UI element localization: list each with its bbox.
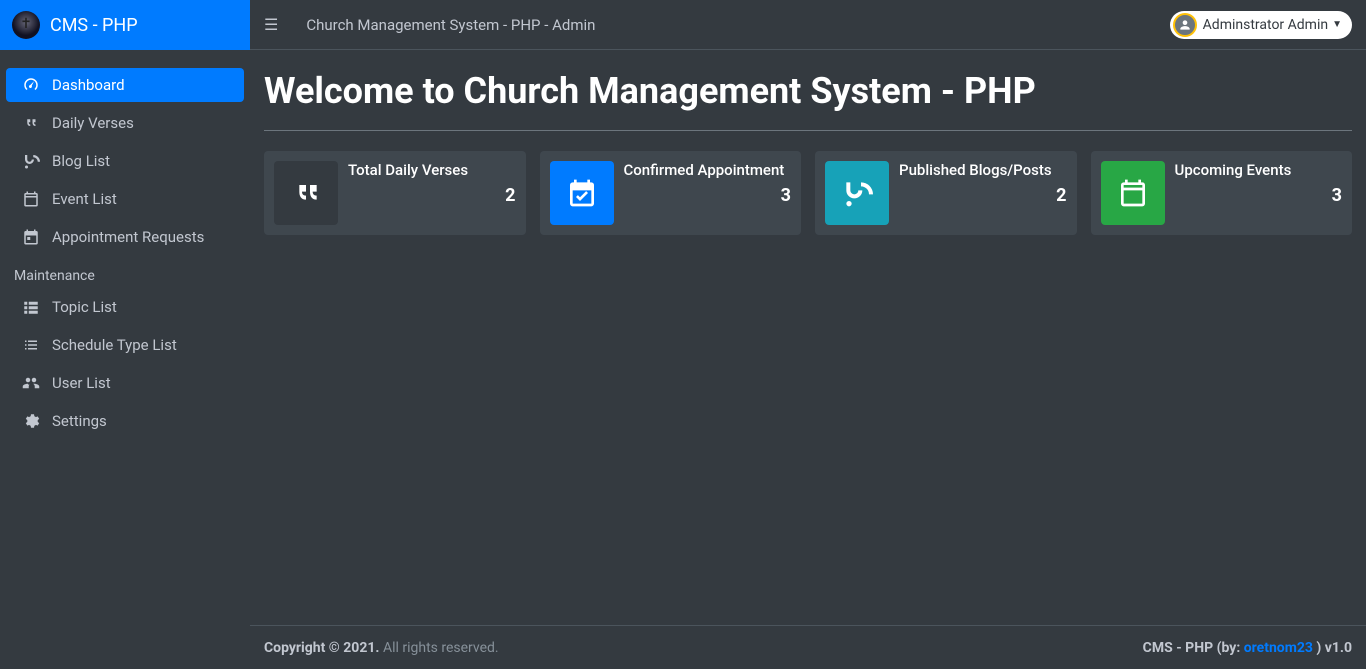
card-value: 2 xyxy=(899,185,1067,206)
sidebar-item-settings[interactable]: Settings xyxy=(6,404,244,438)
card-value: 3 xyxy=(1175,185,1343,206)
th-list-icon xyxy=(20,298,42,316)
sidebar-item-label: Event List xyxy=(52,190,117,208)
sidebar-item-label: Dashboard xyxy=(52,76,125,94)
title-divider xyxy=(264,130,1352,131)
card-confirmed-appointment[interactable]: Confirmed Appointment 3 xyxy=(540,151,802,235)
card-title: Total Daily Verses xyxy=(348,161,516,179)
footer-copyright-bold: Copyright © 2021. xyxy=(264,640,379,656)
brand-logo-icon xyxy=(12,11,40,39)
sidebar-item-schedule-type-list[interactable]: Schedule Type List xyxy=(6,328,244,362)
sidebar-item-label: Blog List xyxy=(52,152,110,170)
user-name: Adminstrator Admin xyxy=(1203,17,1328,33)
sidebar-item-topic-list[interactable]: Topic List xyxy=(6,290,244,324)
footer-right-prefix: CMS - PHP (by: xyxy=(1143,640,1244,656)
users-icon xyxy=(20,374,42,392)
card-title: Upcoming Events xyxy=(1175,161,1343,179)
footer-right: CMS - PHP (by: oretnom23 ) v1.0 xyxy=(1143,640,1352,656)
sidebar-item-label: Daily Verses xyxy=(52,114,134,132)
calendar-check-icon xyxy=(550,161,614,225)
card-value: 3 xyxy=(624,185,792,206)
blog-icon xyxy=(20,152,42,170)
calendar-day-icon xyxy=(20,228,42,246)
sidebar-item-user-list[interactable]: User List xyxy=(6,366,244,400)
stat-cards-row: Total Daily Verses 2 Confirmed Appointme… xyxy=(264,151,1352,235)
content-area: Welcome to Church Management System - PH… xyxy=(250,50,1366,625)
card-total-daily-verses[interactable]: Total Daily Verses 2 xyxy=(264,151,526,235)
hamburger-icon[interactable]: ☰ xyxy=(264,15,278,34)
caret-down-icon: ▼ xyxy=(1332,19,1342,30)
sidebar-item-label: User List xyxy=(52,374,111,392)
sidebar-item-appointment-requests[interactable]: Appointment Requests xyxy=(6,220,244,254)
list-icon xyxy=(20,336,42,354)
footer-author-link[interactable]: oretnom23 xyxy=(1244,640,1313,656)
brand-link[interactable]: CMS - PHP xyxy=(0,0,250,50)
card-upcoming-events[interactable]: Upcoming Events 3 xyxy=(1091,151,1353,235)
navbar-title: Church Management System - PHP - Admin xyxy=(306,16,595,34)
blog-card-icon xyxy=(825,161,889,225)
sidebar-item-label: Schedule Type List xyxy=(52,336,177,354)
brand-text: CMS - PHP xyxy=(50,15,138,36)
sidebar-item-label: Topic List xyxy=(52,298,117,316)
cogs-icon xyxy=(20,412,42,430)
sidebar-item-dashboard[interactable]: Dashboard xyxy=(6,68,244,102)
sidebar-item-label: Settings xyxy=(52,412,107,430)
footer-copyright: Copyright © 2021. All rights reserved. xyxy=(264,640,499,656)
sidebar-item-event-list[interactable]: Event List xyxy=(6,182,244,216)
card-title: Confirmed Appointment xyxy=(624,161,792,179)
main-column: ☰ Church Management System - PHP - Admin… xyxy=(250,0,1366,669)
quote-icon xyxy=(20,114,42,132)
calendar-event-icon xyxy=(1101,161,1165,225)
sidebar-item-daily-verses[interactable]: Daily Verses xyxy=(6,106,244,140)
sidebar-item-blog-list[interactable]: Blog List xyxy=(6,144,244,178)
tachometer-icon xyxy=(20,76,42,94)
quote-left-icon xyxy=(274,161,338,225)
avatar-icon xyxy=(1173,13,1197,37)
top-navbar: ☰ Church Management System - PHP - Admin… xyxy=(250,0,1366,50)
card-value: 2 xyxy=(348,185,516,206)
card-title: Published Blogs/Posts xyxy=(899,161,1067,179)
footer-right-suffix: ) v1.0 xyxy=(1313,640,1352,656)
card-published-blogs[interactable]: Published Blogs/Posts 2 xyxy=(815,151,1077,235)
sidebar: CMS - PHP Dashboard Daily Verses Blog Li… xyxy=(0,0,250,669)
user-menu[interactable]: Adminstrator Admin ▼ xyxy=(1170,11,1352,39)
sidebar-item-label: Appointment Requests xyxy=(52,228,204,246)
sidebar-nav: Dashboard Daily Verses Blog List Event L… xyxy=(0,50,250,442)
sidebar-header-maintenance: Maintenance xyxy=(0,258,250,290)
page-title: Welcome to Church Management System - PH… xyxy=(264,64,1352,130)
footer-copyright-rest: All rights reserved. xyxy=(379,640,498,656)
calendar-icon xyxy=(20,190,42,208)
footer: Copyright © 2021. All rights reserved. C… xyxy=(250,625,1366,669)
